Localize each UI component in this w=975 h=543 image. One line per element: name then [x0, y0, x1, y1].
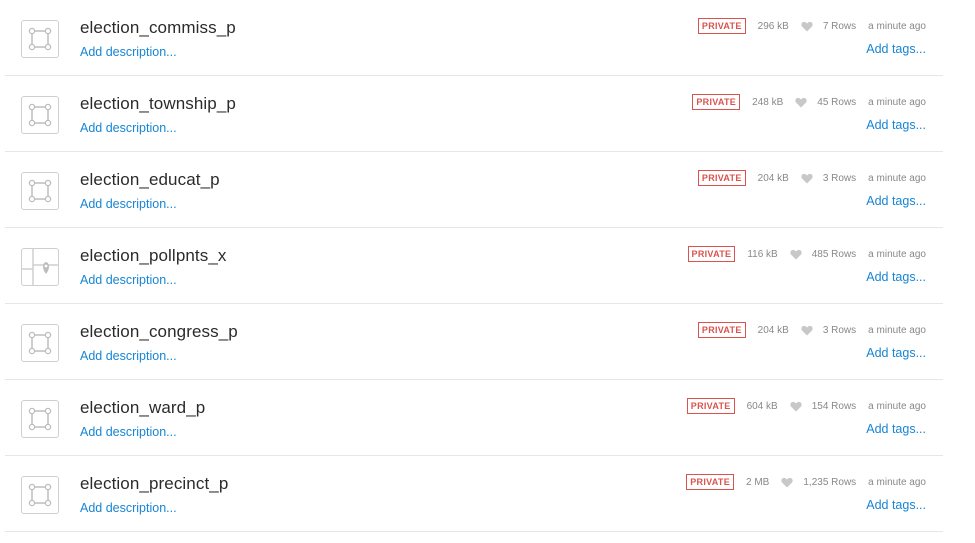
add-description-link[interactable]: Add description... [80, 349, 177, 363]
dataset-updated: a minute ago [868, 400, 926, 412]
heart-icon[interactable] [801, 325, 813, 336]
polygon-icon [28, 331, 52, 355]
add-description-link[interactable]: Add description... [80, 121, 177, 135]
dataset-type-icon [21, 400, 59, 438]
heart-icon[interactable] [790, 401, 802, 412]
dataset-row[interactable]: election_congress_p Add description... P… [5, 304, 943, 380]
add-tags-link[interactable]: Add tags... [866, 194, 926, 208]
polygon-icon [28, 483, 52, 507]
dataset-row[interactable]: election_precinct_p Add description... P… [5, 456, 943, 532]
dataset-row-count: 154 Rows [811, 400, 857, 412]
dataset-row-count: 3 Rows [822, 172, 857, 184]
dataset-name[interactable]: election_commiss_p [80, 18, 236, 38]
dataset-type-icon [21, 476, 59, 514]
dataset-row-count: 1,235 Rows [803, 476, 857, 488]
map-point-icon [22, 249, 58, 285]
dataset-meta: PRIVATE 248 kB 45 Rows a minute ago [692, 94, 926, 110]
dataset-updated: a minute ago [868, 20, 926, 32]
polygon-icon [28, 407, 52, 431]
add-description-link[interactable]: Add description... [80, 197, 177, 211]
dataset-meta: PRIVATE 2 MB 1,235 Rows a minute ago [686, 474, 926, 490]
dataset-list: election_commiss_p Add description... PR… [0, 0, 975, 532]
add-description-link[interactable]: Add description... [80, 45, 177, 59]
dataset-name[interactable]: election_ward_p [80, 398, 205, 418]
dataset-type-icon [21, 20, 59, 58]
dataset-size: 116 kB [747, 248, 778, 260]
add-description-link[interactable]: Add description... [80, 425, 177, 439]
dataset-meta: PRIVATE 204 kB 3 Rows a minute ago [697, 322, 926, 338]
polygon-icon [28, 103, 52, 127]
dataset-row[interactable]: election_pollpnts_x Add description... P… [5, 228, 943, 304]
privacy-badge[interactable]: PRIVATE [686, 474, 735, 490]
dataset-row[interactable]: election_educat_p Add description... PRI… [5, 152, 943, 228]
dataset-size: 248 kB [752, 96, 784, 108]
privacy-badge[interactable]: PRIVATE [686, 398, 735, 414]
privacy-badge[interactable]: PRIVATE [697, 322, 746, 338]
dataset-row[interactable]: election_township_p Add description... P… [5, 76, 943, 152]
dataset-size: 204 kB [757, 172, 789, 184]
dataset-updated: a minute ago [868, 96, 926, 108]
polygon-icon [28, 27, 52, 51]
add-tags-link[interactable]: Add tags... [866, 422, 926, 436]
add-description-link[interactable]: Add description... [80, 273, 177, 287]
add-tags-link[interactable]: Add tags... [866, 498, 926, 512]
dataset-updated: a minute ago [868, 476, 926, 488]
add-tags-link[interactable]: Add tags... [866, 346, 926, 360]
dataset-row-count: 7 Rows [822, 20, 857, 32]
dataset-type-icon [21, 324, 59, 362]
privacy-badge[interactable]: PRIVATE [697, 18, 746, 34]
heart-icon[interactable] [790, 249, 802, 260]
add-tags-link[interactable]: Add tags... [866, 270, 926, 284]
heart-icon[interactable] [781, 477, 793, 488]
heart-icon[interactable] [795, 97, 807, 108]
dataset-meta: PRIVATE 604 kB 154 Rows a minute ago [686, 398, 926, 414]
dataset-name[interactable]: election_precinct_p [80, 474, 228, 494]
dataset-meta: PRIVATE 296 kB 7 Rows a minute ago [697, 18, 926, 34]
dataset-updated: a minute ago [868, 248, 926, 260]
heart-icon[interactable] [801, 21, 813, 32]
privacy-badge[interactable]: PRIVATE [687, 246, 736, 262]
dataset-size: 204 kB [757, 324, 789, 336]
privacy-badge[interactable]: PRIVATE [692, 94, 741, 110]
dataset-meta: PRIVATE 204 kB 3 Rows a minute ago [697, 170, 926, 186]
dataset-row[interactable]: election_commiss_p Add description... PR… [5, 0, 943, 76]
heart-icon[interactable] [801, 173, 813, 184]
dataset-row-count: 45 Rows [817, 96, 857, 108]
dataset-row-count: 3 Rows [822, 324, 857, 336]
dataset-name[interactable]: election_congress_p [80, 322, 238, 342]
add-tags-link[interactable]: Add tags... [866, 118, 926, 132]
polygon-icon [28, 179, 52, 203]
dataset-meta: PRIVATE 116 kB 485 Rows a minute ago [687, 246, 926, 262]
dataset-size: 604 kB [746, 400, 778, 412]
add-description-link[interactable]: Add description... [80, 501, 177, 515]
dataset-size: 2 MB [746, 476, 770, 488]
add-tags-link[interactable]: Add tags... [866, 42, 926, 56]
dataset-type-icon [21, 172, 59, 210]
dataset-name[interactable]: election_pollpnts_x [80, 246, 227, 266]
dataset-updated: a minute ago [868, 324, 926, 336]
dataset-name[interactable]: election_educat_p [80, 170, 220, 190]
dataset-type-icon [21, 248, 59, 286]
dataset-row-count: 485 Rows [811, 248, 857, 260]
dataset-name[interactable]: election_township_p [80, 94, 236, 114]
dataset-row[interactable]: election_ward_p Add description... PRIVA… [5, 380, 943, 456]
dataset-updated: a minute ago [868, 172, 926, 184]
dataset-size: 296 kB [757, 20, 789, 32]
privacy-badge[interactable]: PRIVATE [697, 170, 746, 186]
dataset-type-icon [21, 96, 59, 134]
